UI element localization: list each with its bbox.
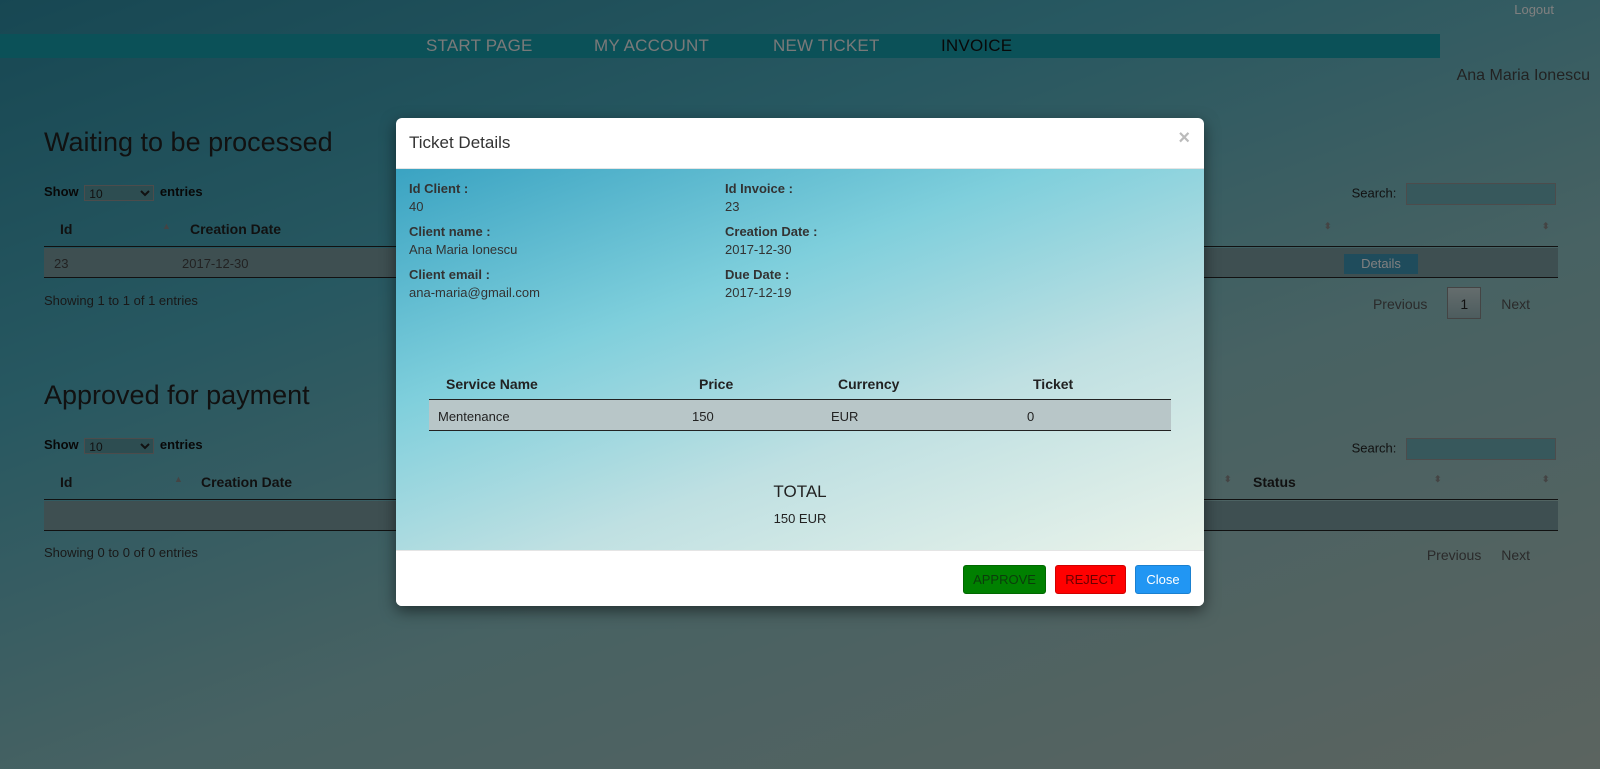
field-value: 2017-12-19	[725, 285, 792, 300]
field-value: ana-maria@gmail.com	[409, 285, 540, 300]
field-value: 40	[409, 199, 424, 214]
field-label: Id Invoice :	[725, 181, 793, 196]
field-client-name: Client name : Ana Maria Ionescu	[409, 224, 517, 257]
cell-service: Mentenance	[438, 409, 510, 424]
col-ticket: Ticket	[1033, 376, 1074, 392]
field-label: Id Client :	[409, 181, 469, 196]
col-currency: Currency	[838, 376, 900, 392]
services-table-header: Service Name Price Currency Ticket	[429, 369, 1171, 400]
field-value: 2017-12-30	[725, 242, 792, 257]
field-label: Due Date :	[725, 267, 790, 282]
modal-body: Id Client : 40 Client name : Ana Maria I…	[396, 169, 1204, 550]
field-label: Client email :	[409, 267, 490, 282]
field-creation-date: Creation Date : 2017-12-30	[725, 224, 817, 257]
field-id-client: Id Client : 40	[409, 181, 468, 214]
total-label: TOTAL	[773, 482, 827, 501]
col-service-name: Service Name	[446, 376, 538, 392]
cell-currency: EUR	[831, 409, 859, 424]
reject-button[interactable]: REJECT	[1055, 565, 1126, 594]
field-value: 23	[725, 199, 740, 214]
close-button[interactable]: Close	[1135, 565, 1191, 594]
cell-price: 150	[692, 409, 714, 424]
field-value: Ana Maria Ionescu	[409, 242, 518, 257]
approve-button[interactable]: APPROVE	[963, 565, 1046, 594]
field-label: Client name :	[409, 224, 491, 239]
field-due-date: Due Date : 2017-12-19	[725, 267, 792, 300]
table-row: Mentenance 150 EUR 0	[429, 400, 1171, 431]
cell-ticket: 0	[1027, 409, 1035, 424]
field-label: Creation Date :	[725, 224, 818, 239]
field-id-invoice: Id Invoice : 23	[725, 181, 793, 214]
close-icon[interactable]: ×	[1178, 128, 1190, 148]
field-client-email: Client email : ana-maria@gmail.com	[409, 267, 540, 300]
modal-footer: APPROVE REJECT Close	[396, 550, 1204, 606]
modal-title: Ticket Details	[409, 133, 511, 152]
total-value: 150 EUR	[773, 511, 827, 526]
modal-header: Ticket Details ×	[396, 118, 1204, 169]
ticket-details-modal: Ticket Details × Id Client : 40 Client n…	[396, 118, 1204, 606]
services-table: Service Name Price Currency Ticket Mente…	[429, 369, 1171, 431]
col-price: Price	[699, 376, 734, 392]
